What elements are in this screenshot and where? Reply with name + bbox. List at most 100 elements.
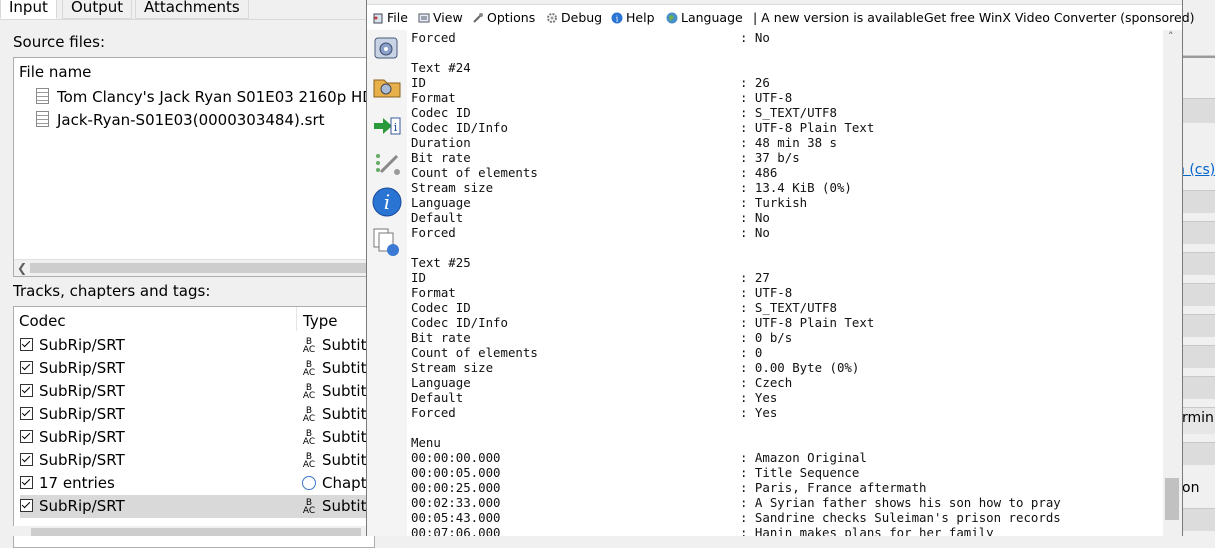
menu-language[interactable]: Language — [666, 8, 743, 28]
track-row[interactable]: SubRip/SRT B AC Subtitl — [20, 449, 371, 472]
info-value: : Yes — [740, 390, 778, 405]
subtitle-icon: B AC — [302, 428, 316, 447]
info-line: Codec ID: S_TEXT/UTF8 — [411, 105, 837, 120]
info-value: : Yes — [740, 405, 778, 420]
mediainfo-text-view[interactable]: Forced: No Text #24 ID: 26 Format: UTF-8 Cod… — [407, 30, 1163, 536]
scroll-thumb[interactable] — [1165, 478, 1179, 520]
window-top-edge — [367, 0, 1182, 5]
side-toolbar: i i — [367, 30, 407, 536]
preferences-icon[interactable] — [371, 148, 403, 180]
checkbox[interactable] — [20, 338, 33, 351]
info-key: Duration — [411, 135, 471, 150]
info-key: Stream size — [411, 360, 494, 375]
info-line: ID: 27 — [411, 270, 770, 285]
text-view-vscroll[interactable]: ˄ — [1163, 30, 1182, 536]
info-key: Text #25 — [411, 255, 471, 270]
checkbox[interactable] — [20, 361, 33, 374]
info-value: : No — [740, 225, 770, 240]
track-type: Subtitl — [322, 428, 371, 446]
checkbox[interactable] — [20, 407, 33, 420]
tab-attachments[interactable]: Attachments — [135, 0, 249, 19]
track-row[interactable]: SubRip/SRT B AC Subtitl — [20, 380, 371, 403]
source-files-list[interactable]: File name Tom Clancy's Jack Ryan S01E03 … — [13, 57, 375, 277]
open-folder-icon[interactable] — [371, 70, 403, 102]
menu-options[interactable]: Options — [472, 8, 535, 28]
checkbox[interactable] — [20, 453, 33, 466]
view-menu-icon — [418, 13, 430, 23]
menu-view[interactable]: View — [418, 8, 463, 28]
subtitle-icon: B AC — [302, 451, 316, 470]
track-row[interactable]: 17 entries Chapte — [20, 472, 376, 495]
track-type: Subtitl — [322, 405, 371, 423]
options-menu-icon — [473, 13, 483, 23]
track-type: Subtitl — [322, 382, 371, 400]
checkbox[interactable] — [20, 384, 33, 397]
track-row-selected[interactable]: SubRip/SRT B AC Subtitl — [20, 495, 371, 518]
tracks-hscroll[interactable] — [13, 526, 367, 536]
scroll-thumb[interactable] — [30, 263, 370, 273]
subtitle-icon: B AC — [302, 382, 316, 401]
source-file-row[interactable]: Jack-Ryan-S01E03(0000303484).srt — [36, 111, 325, 129]
info-key: Text #24 — [411, 60, 471, 75]
field-fragment[interactable] — [1181, 252, 1215, 275]
type-column-header[interactable]: Type — [303, 312, 337, 330]
export-icon[interactable]: i — [371, 110, 403, 142]
checkbox[interactable] — [20, 430, 33, 443]
info-value: : No — [740, 210, 770, 225]
info-value: : 27 — [740, 270, 770, 285]
info-value: : 13.4 KiB (0%) — [740, 180, 852, 195]
menu-file[interactable]: File — [372, 8, 408, 28]
file-menu-icon — [373, 13, 383, 24]
info-value: : Turkish — [740, 195, 808, 210]
track-codec: 17 entries — [39, 474, 115, 492]
info-value: : Paris, France aftermath — [740, 480, 927, 495]
info-key: Default — [411, 390, 464, 405]
info-line: Forced: Yes — [411, 405, 777, 420]
open-file-icon[interactable] — [371, 32, 403, 64]
field-fragment[interactable] — [1181, 376, 1215, 399]
source-files-hscroll[interactable]: ❮ — [14, 259, 374, 276]
info-line: Codec ID: S_TEXT/UTF8 — [411, 300, 837, 315]
file-name-column-header[interactable]: File name — [19, 63, 91, 81]
info-key: Language — [411, 375, 471, 390]
scroll-left-icon[interactable]: ❮ — [17, 260, 27, 276]
source-file-name: Tom Clancy's Jack Ryan S01E03 2160p HDR — [57, 88, 375, 106]
info-key: 00:02:33.000 — [411, 495, 501, 510]
menu-debug[interactable]: Debug — [546, 8, 602, 28]
menu-help[interactable]: i Help — [611, 8, 655, 28]
track-row[interactable]: SubRip/SRT B AC Subtitl — [20, 403, 371, 426]
sponsored-link[interactable]: Get free WinX Video Converter (sponsored… — [924, 8, 1195, 28]
track-codec: SubRip/SRT — [39, 382, 125, 400]
codec-column-header[interactable]: Codec — [19, 312, 66, 330]
sheet-view-icon[interactable] — [371, 226, 403, 258]
field-fragment[interactable] — [1181, 345, 1215, 368]
field-fragment[interactable] — [1181, 508, 1215, 531]
scroll-thumb[interactable] — [31, 528, 361, 536]
checkbox[interactable] — [20, 476, 33, 489]
checkbox[interactable] — [20, 499, 33, 512]
info-line: Language: Czech — [411, 375, 792, 390]
track-row[interactable]: SubRip/SRT B AC Subtitl — [20, 426, 371, 449]
tab-input[interactable]: Input — [0, 0, 57, 19]
field-fragment[interactable] — [1181, 221, 1215, 244]
field-fragment[interactable] — [1181, 190, 1215, 213]
track-row[interactable]: SubRip/SRT B AC Subtitl — [20, 334, 371, 357]
svg-text:i: i — [384, 190, 390, 214]
info-key: Bit rate — [411, 150, 471, 165]
source-file-row[interactable]: Tom Clancy's Jack Ryan S01E03 2160p HDR — [36, 88, 375, 106]
help-info-icon: i — [611, 12, 623, 24]
scroll-up-icon[interactable]: ˄ — [1168, 30, 1174, 43]
info-key: Codec ID/Info — [411, 120, 508, 135]
info-key: 00:05:43.000 — [411, 510, 501, 525]
track-row[interactable]: SubRip/SRT B AC Subtitl — [20, 357, 371, 380]
new-version-notice[interactable]: | A new version is available — [753, 8, 924, 28]
field-fragment[interactable] — [1181, 283, 1215, 306]
info-key: Codec ID/Info — [411, 315, 508, 330]
svg-text:i: i — [394, 121, 398, 134]
about-info-icon[interactable]: i — [371, 186, 403, 218]
field-fragment[interactable] — [1181, 442, 1215, 465]
field-fragment[interactable] — [1181, 314, 1215, 337]
field-fragment[interactable] — [1181, 98, 1215, 123]
tab-output[interactable]: Output — [62, 0, 133, 19]
track-codec: SubRip/SRT — [39, 405, 125, 423]
